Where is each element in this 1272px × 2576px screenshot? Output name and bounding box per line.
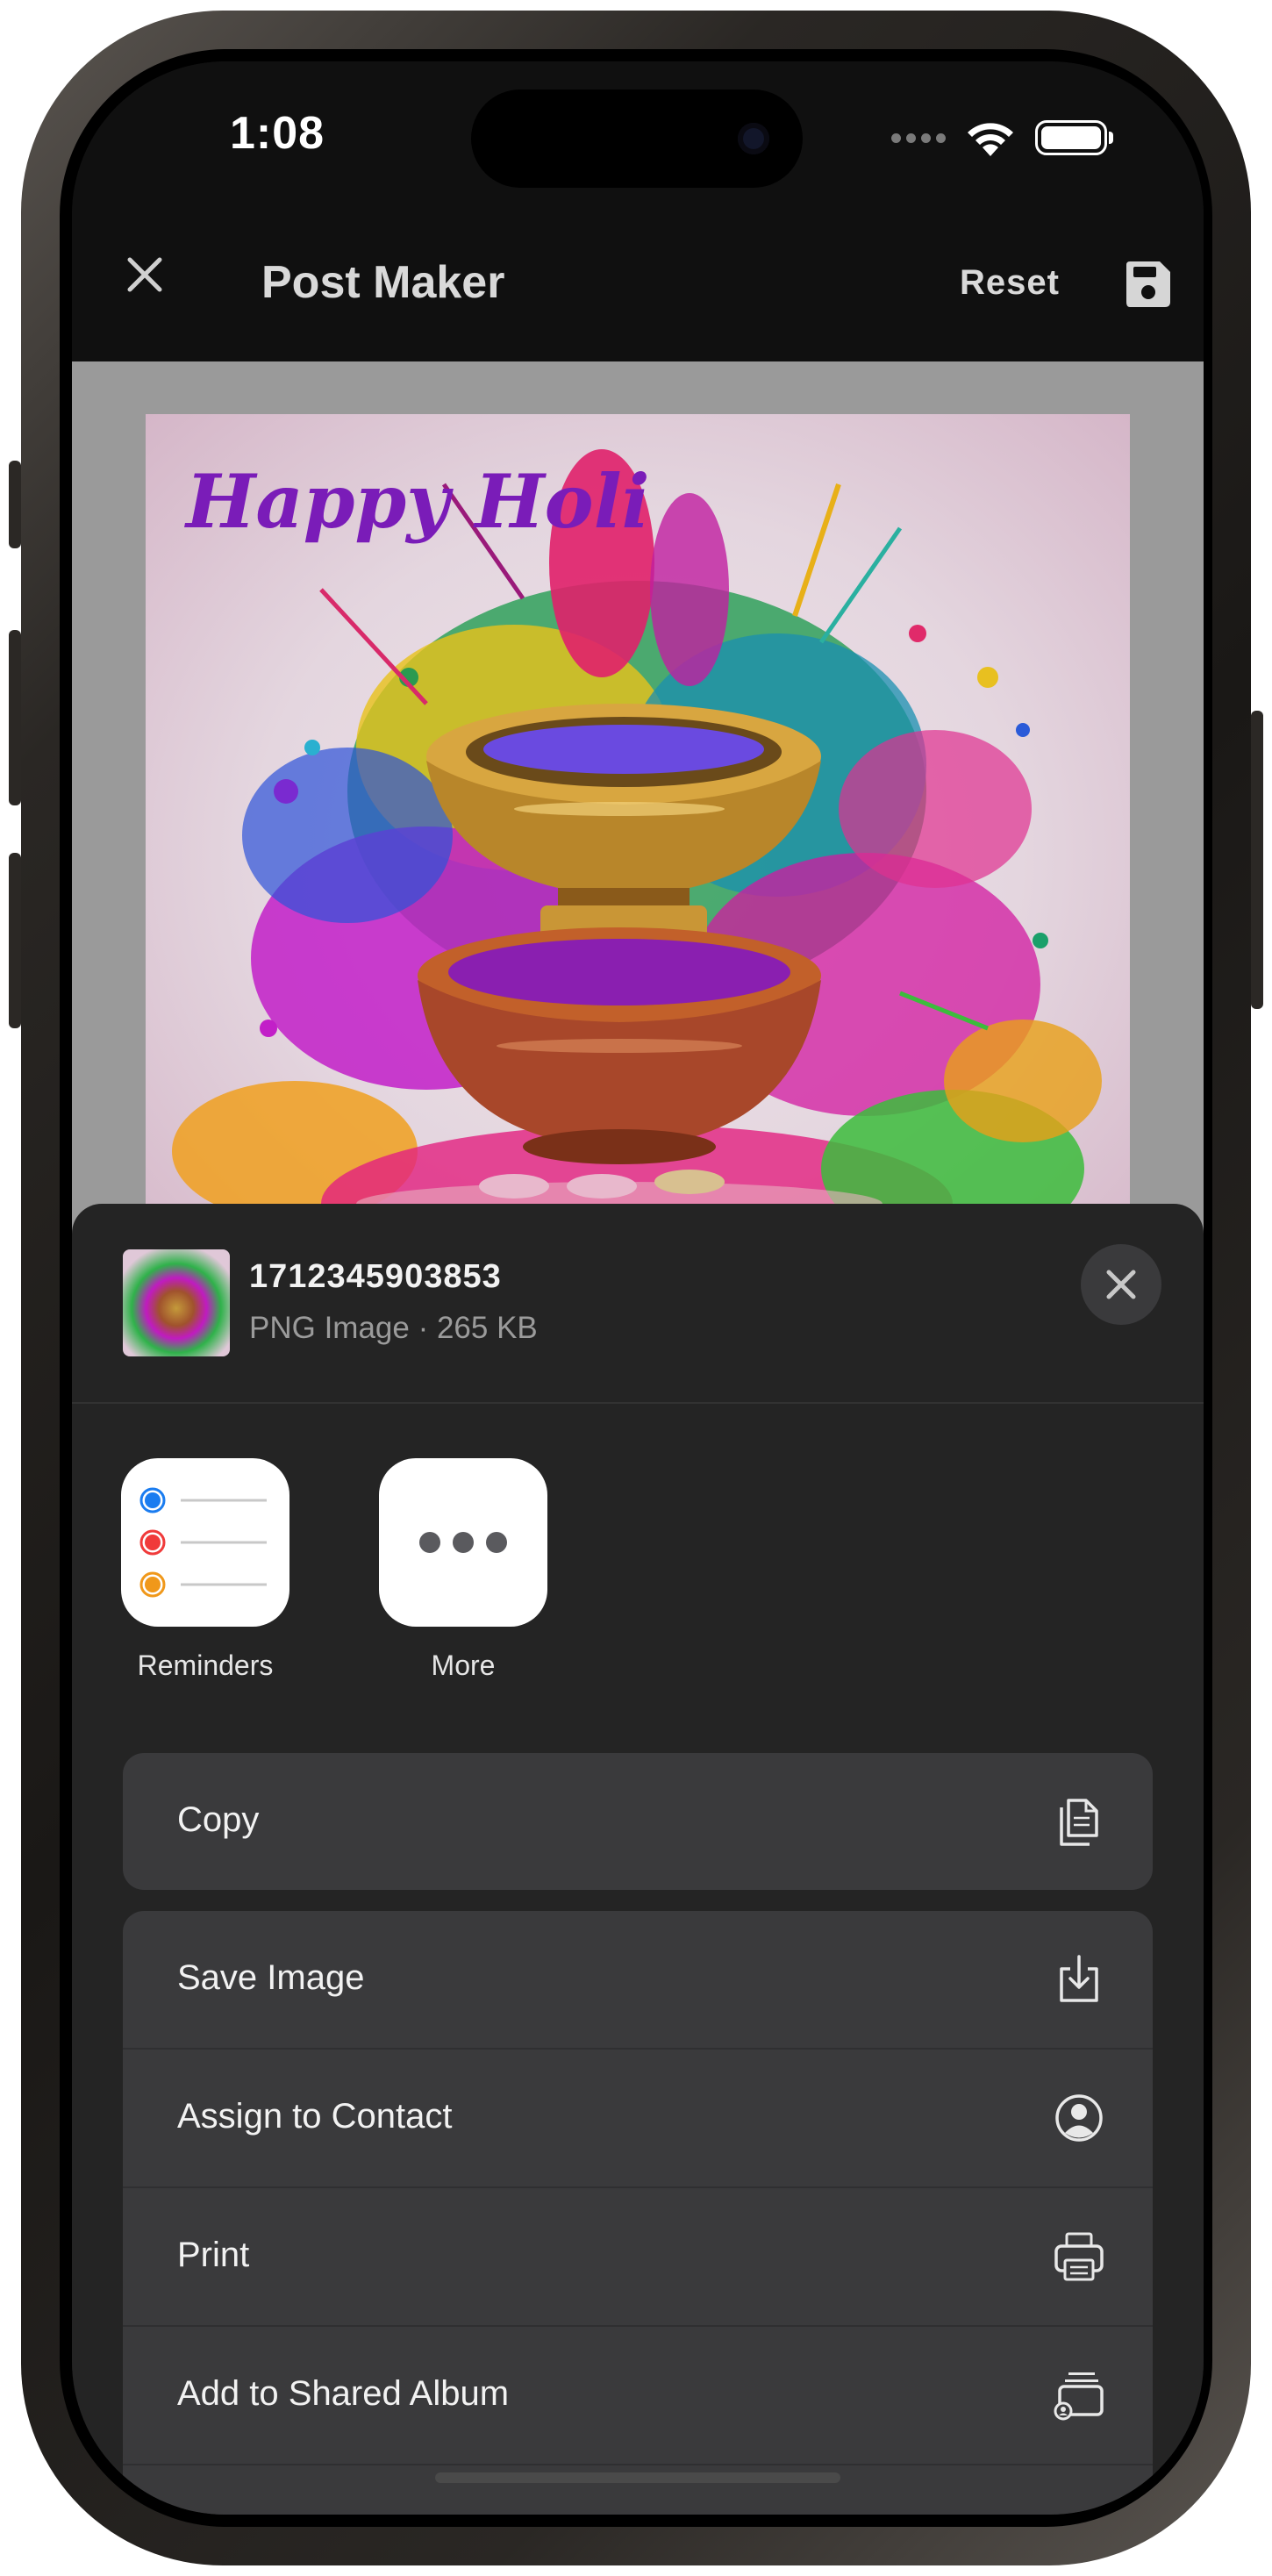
share-apps-row: Reminders More	[72, 1458, 1204, 1704]
reset-button[interactable]: Reset	[960, 263, 1060, 303]
share-sheet: 1712345903853 PNG Image · 265 KB Reminde…	[72, 1204, 1204, 2515]
camera-icon	[738, 123, 769, 154]
volume-down-button	[9, 853, 21, 1028]
screen: 1:08 Post Maker Reset Happy Holi 1712345…	[72, 61, 1204, 2515]
app-bar: Post Maker Reset	[72, 211, 1204, 361]
action-print[interactable]: Print	[123, 2188, 1153, 2327]
share-sheet-close-button[interactable]	[1081, 1244, 1161, 1325]
status-bar: 1:08	[72, 61, 1204, 211]
share-sheet-header: 1712345903853 PNG Image · 265 KB	[72, 1204, 1204, 1404]
holi-post-image[interactable]: Happy Holi	[146, 414, 1130, 1292]
action-label: Assign to Contact	[177, 2097, 453, 2136]
battery-icon	[1035, 120, 1113, 155]
action-button	[9, 461, 21, 548]
app-reminders[interactable]: Reminders	[118, 1458, 293, 1682]
status-time: 1:08	[230, 108, 325, 159]
file-thumbnail	[123, 1249, 230, 1356]
editor-canvas: Happy Holi	[72, 361, 1204, 1292]
action-group-main: Save Image Assign to Contact Print Add t…	[123, 1911, 1153, 2515]
action-copy[interactable]: Copy	[123, 1753, 1153, 1890]
volume-up-button	[9, 630, 21, 805]
shared-album-icon	[1054, 2372, 1104, 2421]
app-label: More	[431, 1649, 496, 1681]
action-save-image[interactable]: Save Image	[123, 1911, 1153, 2050]
save-image-icon	[1060, 1955, 1098, 2002]
close-icon[interactable]	[118, 247, 172, 302]
home-indicator	[435, 2472, 840, 2483]
floppy-save-icon[interactable]	[1123, 260, 1172, 309]
close-icon	[1106, 1270, 1136, 1299]
action-label: Save Image	[177, 1958, 365, 1997]
cellular-icon	[891, 132, 946, 143]
power-button	[1251, 711, 1263, 1009]
copy-icon	[1060, 1799, 1098, 1846]
action-label: Add to Shared Album	[177, 2374, 510, 2413]
reminders-icon	[121, 1458, 289, 1627]
action-assign-contact[interactable]: Assign to Contact	[123, 2050, 1153, 2188]
printer-icon	[1054, 2232, 1104, 2281]
file-meta: PNG Image · 265 KB	[249, 1311, 538, 1345]
dynamic-island	[471, 89, 803, 188]
action-add-shared-album[interactable]: Add to Shared Album	[123, 2327, 1153, 2465]
post-headline[interactable]: Happy Holi	[186, 458, 650, 545]
more-icon	[379, 1458, 547, 1627]
contact-icon	[1055, 2094, 1103, 2142]
action-group-copy: Copy	[123, 1753, 1153, 1890]
file-name: 1712345903853	[249, 1258, 502, 1295]
app-label: Reminders	[137, 1649, 274, 1681]
wifi-icon	[968, 123, 1013, 156]
action-label: Print	[177, 2236, 250, 2274]
status-icons	[891, 116, 1113, 160]
action-label: Copy	[177, 1800, 260, 1839]
page-title: Post Maker	[261, 257, 505, 308]
app-more[interactable]: More	[375, 1458, 551, 1682]
holi-artwork	[172, 449, 1102, 1283]
